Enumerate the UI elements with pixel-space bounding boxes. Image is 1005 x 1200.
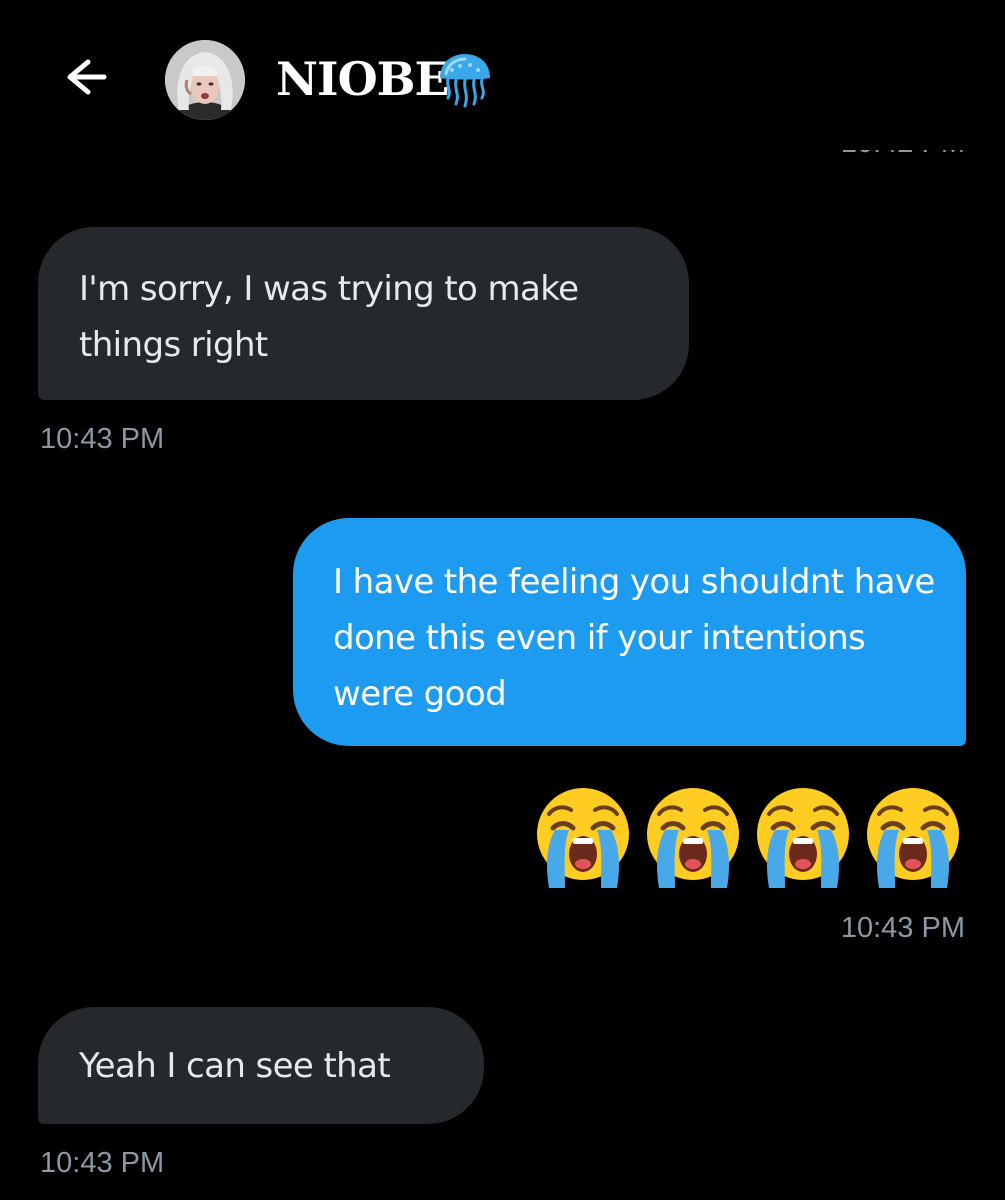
loudly-crying-face-icon <box>757 788 849 888</box>
received-message-bubble[interactable]: I'm sorry, I was trying to make things r… <box>38 227 689 400</box>
conversation-header: NIOBE <box>0 0 1005 150</box>
avatar[interactable] <box>165 40 245 120</box>
avatar-photo <box>165 40 245 120</box>
back-button[interactable] <box>50 52 110 102</box>
loudly-crying-face-icon <box>867 788 959 888</box>
loudly-crying-face-icon <box>537 788 629 888</box>
message-timestamp: 10:43 PM <box>840 912 965 944</box>
received-message-bubble[interactable]: Yeah I can see that <box>38 1007 484 1124</box>
jellyfish-icon <box>440 54 490 108</box>
loudly-crying-face-icon <box>647 788 739 888</box>
message-timestamp: 10:43 PM <box>40 1147 165 1179</box>
message-timestamp: 10:43 PM <box>40 423 165 455</box>
sent-message-bubble[interactable]: I have the feeling you shouldnt have don… <box>293 518 966 746</box>
contact-name[interactable]: NIOBE <box>276 52 450 106</box>
sent-emoji-message[interactable] <box>531 784 965 890</box>
arrow-left-icon <box>67 59 107 95</box>
